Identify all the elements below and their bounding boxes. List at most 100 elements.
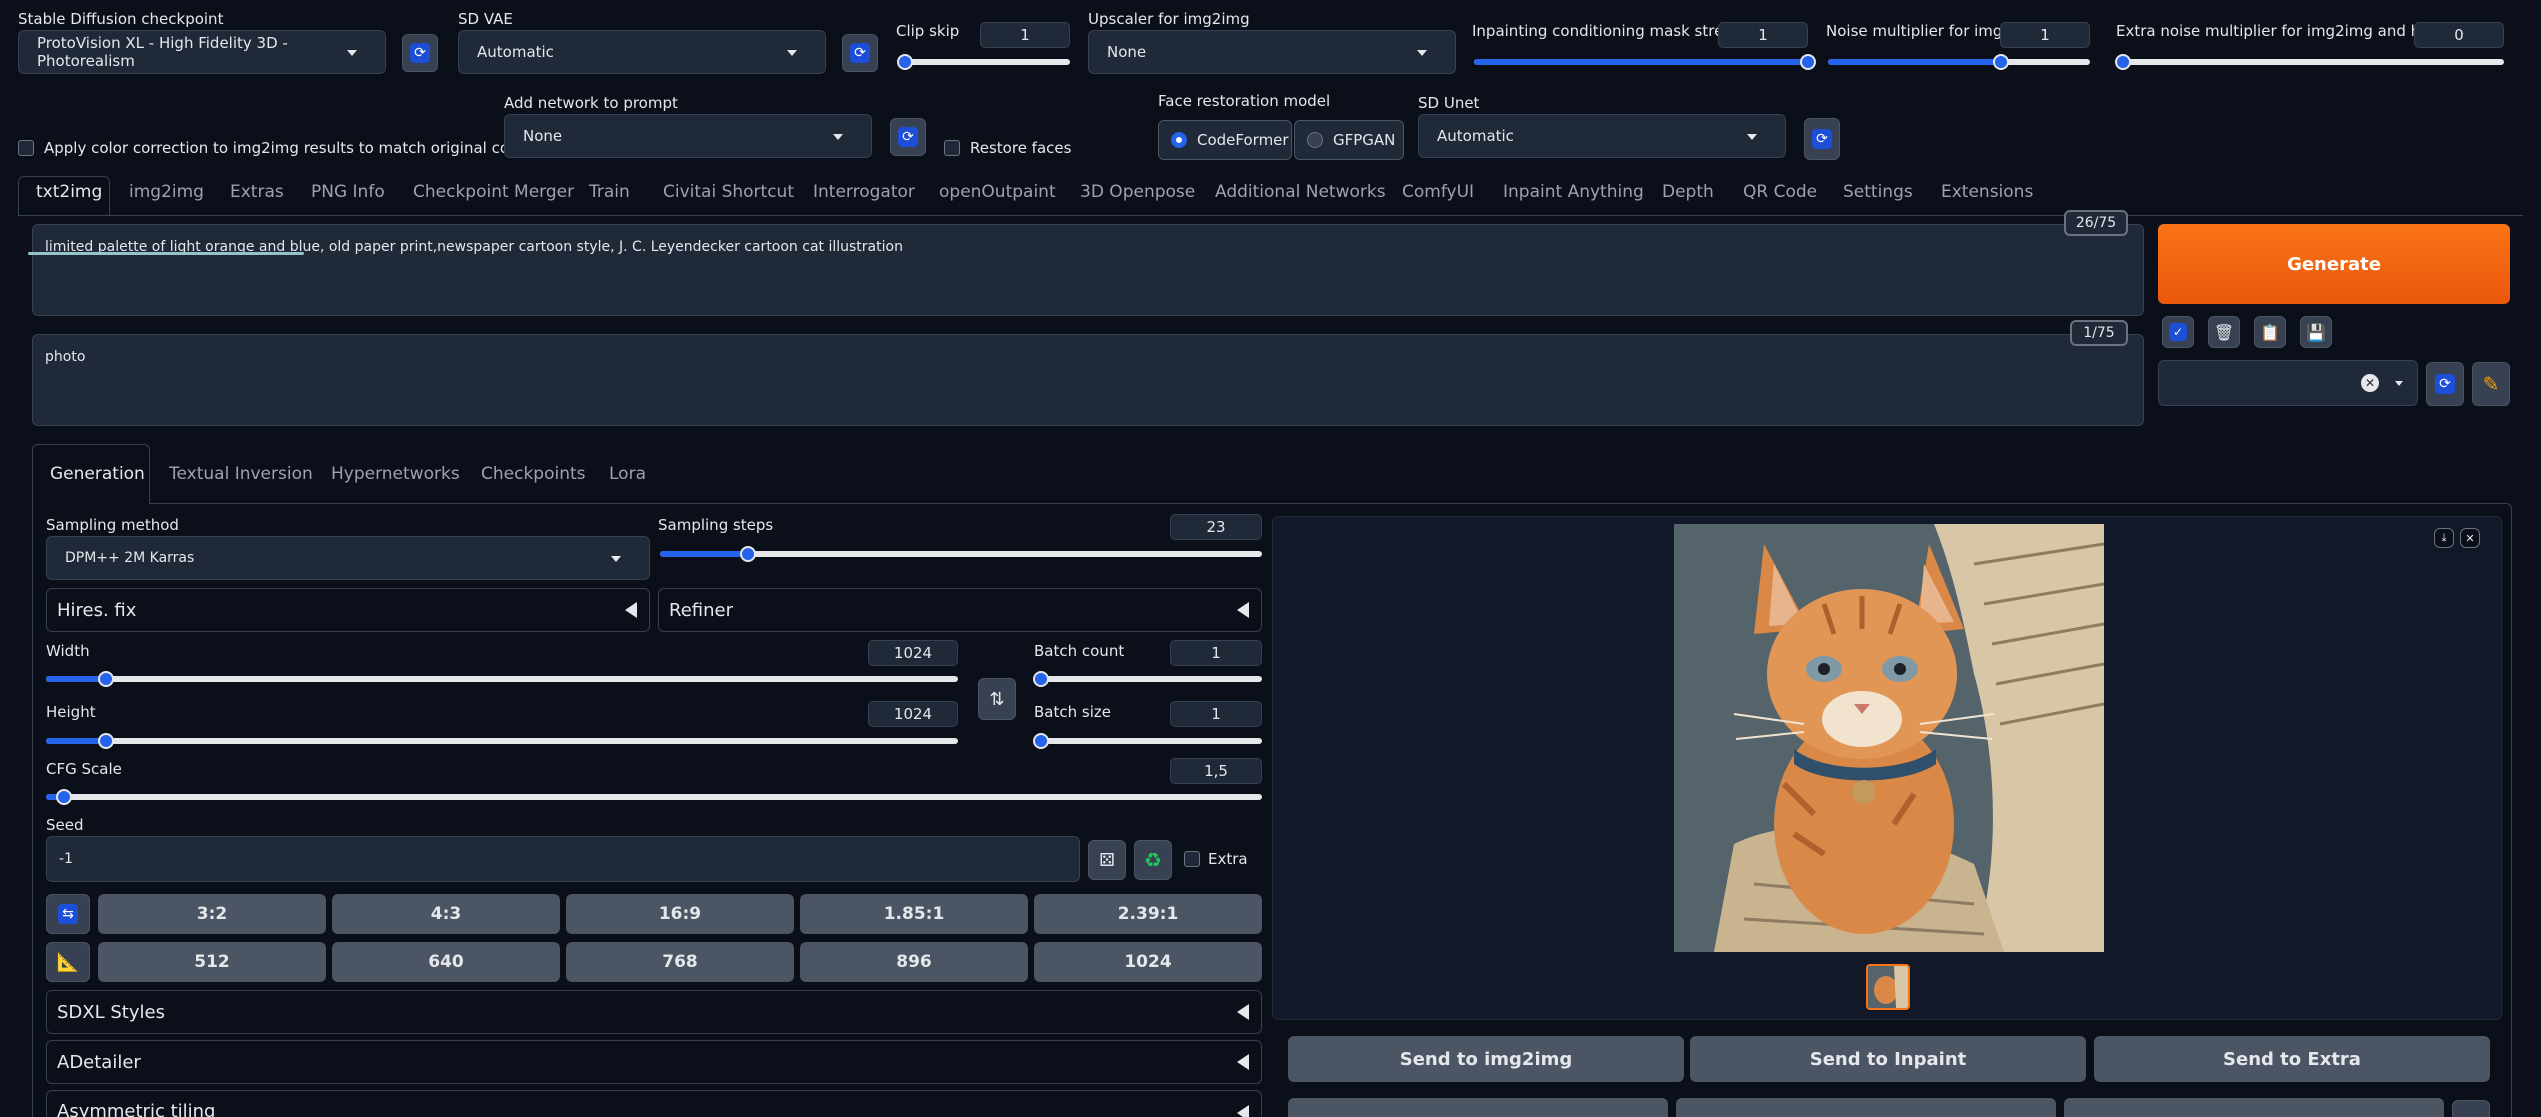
subtab-checkpoints[interactable]: Checkpoints <box>481 464 586 492</box>
slider-thumb[interactable] <box>1033 671 1049 687</box>
generated-image[interactable] <box>1674 524 2104 952</box>
cfg-scale-slider[interactable] <box>46 789 1262 805</box>
gallery-thumbnail[interactable] <box>1866 964 1910 1010</box>
save-style-button[interactable]: 💾 <box>2300 316 2332 348</box>
tab-extras[interactable]: Extras <box>230 182 284 210</box>
slider-thumb[interactable] <box>1033 733 1049 749</box>
sampling-steps-input[interactable]: 23 <box>1170 514 1262 540</box>
styles-refresh-button[interactable]: ⟳ <box>2426 362 2464 406</box>
batch-size-input[interactable]: 1 <box>1170 701 1262 727</box>
restore-faces-checkbox[interactable] <box>944 140 960 156</box>
trash-button[interactable]: 🗑 <box>2208 316 2240 348</box>
size-768-button[interactable]: 768 <box>566 942 794 982</box>
random-seed-button[interactable]: ⚄ <box>1088 840 1126 880</box>
extra-seed-checkbox[interactable] <box>1184 851 1200 867</box>
seed-input[interactable]: -1 <box>46 836 1080 882</box>
size-toggle-button[interactable]: 📐 <box>46 942 90 982</box>
clip-skip-slider[interactable] <box>897 54 1070 70</box>
subtab-lora[interactable]: Lora <box>609 464 646 492</box>
slider-thumb[interactable] <box>2115 54 2131 70</box>
styles-select[interactable]: ✕ <box>2158 360 2418 406</box>
add-network-refresh-button[interactable]: ⟳ <box>890 118 926 156</box>
tab-openoutpaint[interactable]: openOutpaint <box>939 182 1056 210</box>
ratio-2-39-button[interactable]: 2.39:1 <box>1034 894 1262 934</box>
swap-dimensions-button[interactable]: ⇅ <box>978 678 1016 720</box>
tab-png-info[interactable]: PNG Info <box>311 182 385 210</box>
tab-interrogator[interactable]: Interrogator <box>813 182 915 210</box>
checkpoint-refresh-button[interactable]: ⟳ <box>402 34 438 72</box>
output-action-button-1[interactable] <box>1288 1098 1668 1117</box>
sampling-steps-slider[interactable] <box>660 546 1262 562</box>
tab-extensions[interactable]: Extensions <box>1941 182 2033 210</box>
extra-noise-input[interactable]: 0 <box>2414 22 2504 48</box>
tab-train[interactable]: Train <box>589 182 630 210</box>
ratio-3-2-button[interactable]: 3:2 <box>98 894 326 934</box>
clip-skip-input[interactable]: 1 <box>980 22 1070 48</box>
close-preview-button[interactable]: ✕ <box>2460 528 2480 548</box>
noise-mult-slider[interactable] <box>1828 54 2090 70</box>
inpaint-mask-input[interactable]: 1 <box>1718 22 1808 48</box>
checkpoint-select[interactable]: ProtoVision XL - High Fidelity 3D - Phot… <box>18 30 386 74</box>
tab-checkpoint-merger[interactable]: Checkpoint Merger <box>413 182 574 210</box>
tab-3d-openpose[interactable]: 3D Openpose <box>1080 182 1195 210</box>
tab-additional-networks[interactable]: Additional Networks <box>1215 182 1386 210</box>
tab-settings[interactable]: Settings <box>1843 182 1913 210</box>
upscaler-select[interactable]: None <box>1088 30 1456 74</box>
subtab-textual-inversion[interactable]: Textual Inversion <box>169 464 313 492</box>
output-action-button-2[interactable] <box>1676 1098 2056 1117</box>
radio-gfpgan[interactable]: GFPGAN <box>1294 120 1404 160</box>
tab-depth[interactable]: Depth <box>1662 182 1714 210</box>
clipboard-button[interactable]: 📋 <box>2254 316 2286 348</box>
sd-unet-refresh-button[interactable]: ⟳ <box>1804 118 1840 160</box>
batch-count-input[interactable]: 1 <box>1170 640 1262 666</box>
slider-thumb[interactable] <box>1800 54 1816 70</box>
refiner-accordion[interactable]: Refiner <box>658 588 1262 632</box>
color-correction-checkbox[interactable] <box>18 140 34 156</box>
slider-thumb[interactable] <box>897 54 913 70</box>
vae-refresh-button[interactable]: ⟳ <box>842 34 878 72</box>
negative-prompt-input[interactable]: photo <box>32 334 2144 426</box>
generate-button[interactable]: Generate <box>2158 224 2510 304</box>
height-slider[interactable] <box>46 733 958 749</box>
positive-prompt-input[interactable]: limited palette of light orange and blue… <box>32 224 2144 316</box>
hires-fix-accordion[interactable]: Hires. fix <box>46 588 650 632</box>
output-folder-button[interactable] <box>2452 1100 2490 1117</box>
tab-qr-code[interactable]: QR Code <box>1743 182 1817 210</box>
cfg-scale-input[interactable]: 1,5 <box>1170 758 1262 784</box>
tab-txt2img[interactable]: txt2img <box>36 182 102 210</box>
size-1024-button[interactable]: 1024 <box>1034 942 1262 982</box>
slider-thumb[interactable] <box>739 546 756 562</box>
inpaint-mask-slider[interactable] <box>1474 54 1816 70</box>
asymmetric-tiling-accordion[interactable]: Asymmetric tiling <box>46 1090 1262 1117</box>
slider-thumb[interactable] <box>1992 54 2009 70</box>
extra-noise-slider[interactable] <box>2115 54 2504 70</box>
batch-size-slider[interactable] <box>1033 733 1262 749</box>
edit-styles-button[interactable]: ✎ <box>2472 362 2510 406</box>
add-network-select[interactable]: None <box>504 114 872 158</box>
ratio-toggle-button[interactable]: ⇆ <box>46 894 90 934</box>
tab-civitai-shortcut[interactable]: Civitai Shortcut <box>663 182 794 210</box>
reuse-seed-button[interactable]: ♻ <box>1134 840 1172 880</box>
output-action-button-3[interactable] <box>2064 1098 2444 1117</box>
width-input[interactable]: 1024 <box>868 640 958 666</box>
size-896-button[interactable]: 896 <box>800 942 1028 982</box>
sdxl-styles-accordion[interactable]: SDXL Styles <box>46 990 1262 1034</box>
ratio-4-3-button[interactable]: 4:3 <box>332 894 560 934</box>
apply-styles-button[interactable]: ✓ <box>2162 316 2194 348</box>
ratio-1-85-button[interactable]: 1.85:1 <box>800 894 1028 934</box>
size-640-button[interactable]: 640 <box>332 942 560 982</box>
width-slider[interactable] <box>46 671 958 687</box>
adetailer-accordion[interactable]: ADetailer <box>46 1040 1262 1084</box>
tab-img2img[interactable]: img2img <box>129 182 204 210</box>
batch-count-slider[interactable] <box>1033 671 1262 687</box>
send-to-inpaint-button[interactable]: Send to Inpaint <box>1690 1036 2086 1082</box>
subtab-generation[interactable]: Generation <box>50 464 145 492</box>
vae-select[interactable]: Automatic <box>458 30 826 74</box>
send-to-img2img-button[interactable]: Send to img2img <box>1288 1036 1684 1082</box>
radio-codeformer[interactable]: CodeFormer <box>1158 120 1292 160</box>
tab-comfyui[interactable]: ComfyUI <box>1402 182 1474 210</box>
ratio-16-9-button[interactable]: 16:9 <box>566 894 794 934</box>
tab-inpaint-anything[interactable]: Inpaint Anything <box>1503 182 1644 210</box>
send-to-extra-button[interactable]: Send to Extra <box>2094 1036 2490 1082</box>
size-512-button[interactable]: 512 <box>98 942 326 982</box>
